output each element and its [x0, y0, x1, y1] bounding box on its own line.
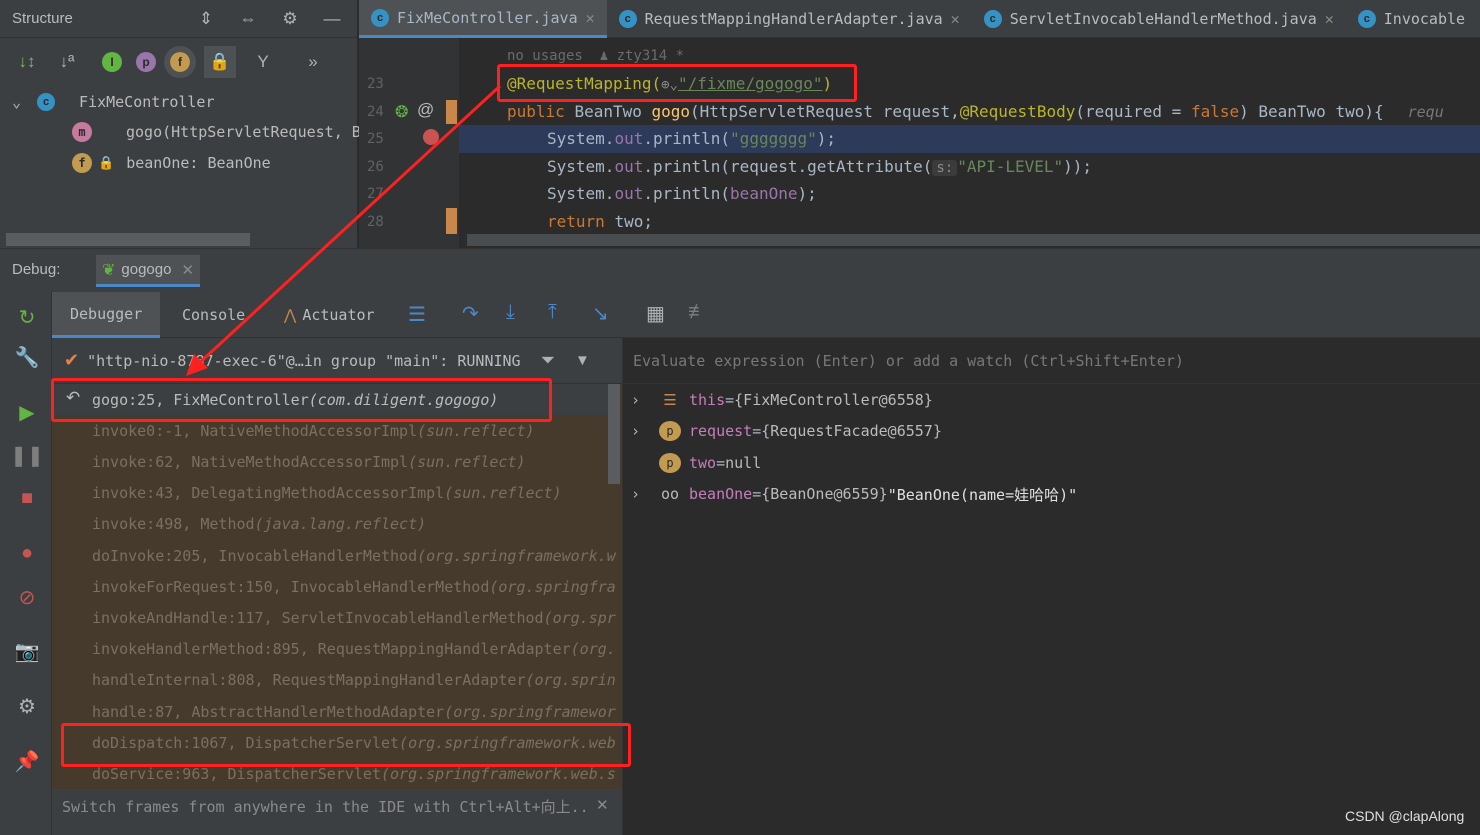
annotation-arrow [186, 84, 502, 376]
